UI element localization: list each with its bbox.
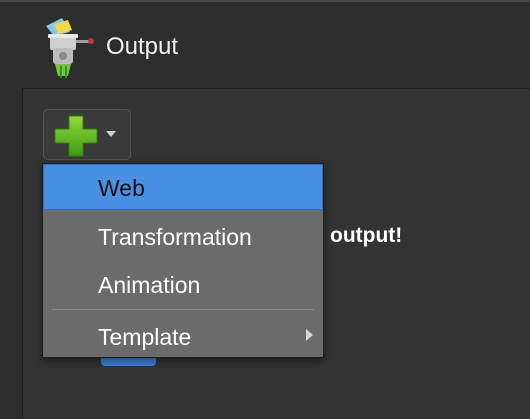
menu-item-template[interactable]: Template: [43, 313, 323, 359]
menu-item-label: Template: [98, 324, 192, 350]
menu-separator: [52, 309, 314, 310]
menu-item-transformation[interactable]: Transformation: [43, 213, 323, 259]
add-output-button[interactable]: [43, 109, 131, 160]
header: Output: [0, 2, 530, 88]
background-message-text: output!: [330, 224, 403, 247]
chevron-down-icon[interactable]: [106, 131, 116, 137]
chevron-right-icon: [306, 329, 313, 341]
page-title: Output: [106, 33, 179, 60]
green-plus-icon: [54, 115, 98, 157]
add-output-dropdown-menu: Web Transformation Animation Template: [42, 163, 324, 358]
menu-item-animation[interactable]: Animation: [43, 261, 323, 307]
menu-item-label: Animation: [98, 272, 201, 298]
menu-item-label: Web: [98, 175, 145, 201]
meat-grinder-logo-icon: [46, 18, 94, 78]
menu-item-label: Transformation: [98, 224, 252, 250]
menu-item-web[interactable]: Web: [43, 164, 323, 210]
